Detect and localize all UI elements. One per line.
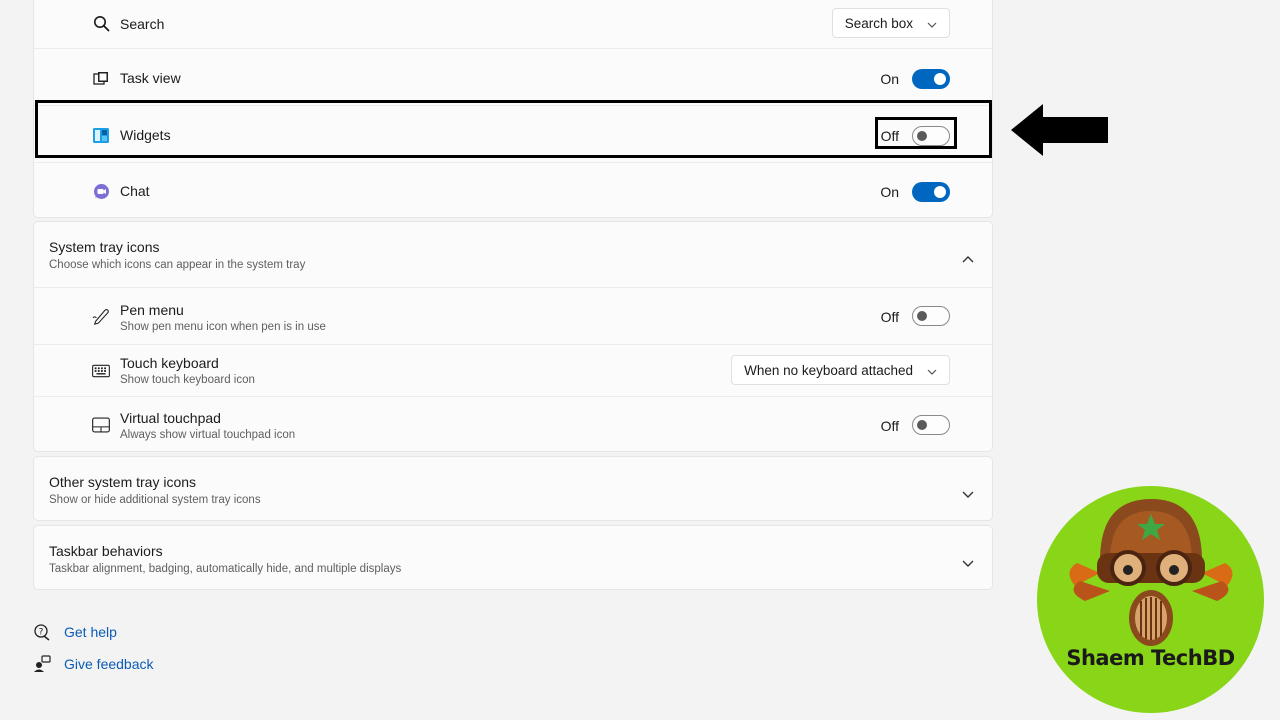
search-dropdown[interactable]: Search box	[831, 8, 950, 38]
chat-toggle[interactable]	[912, 182, 950, 202]
pen-menu-text: Pen menu Show pen menu icon when pen is …	[120, 302, 326, 333]
widgets-toggle-highlight-box	[875, 117, 957, 149]
system-tray-subtitle: Choose which icons can appear in the sys…	[49, 259, 306, 271]
touch-keyboard-row[interactable]: Touch keyboard Show touch keyboard icon …	[34, 345, 992, 397]
touchpad-icon	[92, 416, 110, 434]
give-feedback-label: Give feedback	[64, 656, 154, 672]
taskbar-behaviors-card[interactable]: Taskbar behaviors Taskbar alignment, bad…	[33, 525, 993, 590]
chevron-down-icon[interactable]	[962, 555, 974, 573]
task-view-label: Task view	[120, 70, 181, 86]
touch-keyboard-text: Touch keyboard Show touch keyboard icon	[120, 355, 255, 386]
chat-state: On	[880, 184, 899, 200]
toggle-knob	[917, 311, 927, 321]
chevron-down-icon[interactable]	[962, 486, 974, 504]
other-tray-card[interactable]: Other system tray icons Show or hide add…	[33, 456, 993, 521]
task-view-row[interactable]: Task view On	[34, 49, 992, 106]
help-icon: ?	[32, 623, 52, 641]
pen-menu-toggle[interactable]	[912, 306, 950, 326]
pen-menu-row[interactable]: Pen menu Show pen menu icon when pen is …	[34, 288, 992, 345]
pen-menu-state: Off	[880, 309, 899, 325]
chevron-down-icon	[927, 363, 937, 378]
get-help-link[interactable]: ? Get help	[32, 623, 117, 641]
logo-text: Shaem TechBD	[1066, 646, 1235, 670]
chat-row[interactable]: Chat On	[34, 163, 992, 219]
pen-menu-sub: Show pen menu icon when pen is in use	[120, 321, 326, 333]
give-feedback-link[interactable]: Give feedback	[32, 655, 154, 673]
system-tray-title: System tray icons	[49, 239, 160, 255]
other-tray-title: Other system tray icons	[49, 474, 197, 490]
taskbar-behaviors-title: Taskbar behaviors	[49, 543, 163, 559]
toggle-knob	[934, 186, 946, 198]
touch-keyboard-label: Touch keyboard	[120, 355, 219, 371]
search-icon	[92, 14, 110, 32]
system-tray-card: System tray icons Choose which icons can…	[33, 221, 993, 452]
keyboard-icon	[92, 362, 110, 380]
touch-keyboard-dropdown-value: When no keyboard attached	[744, 362, 913, 378]
virtual-touchpad-state: Off	[880, 418, 899, 434]
chevron-down-icon	[927, 16, 937, 31]
toggle-knob	[917, 420, 927, 430]
search-label: Search	[120, 16, 165, 32]
shaem-techbd-logo: Shaem TechBD	[1037, 486, 1264, 713]
system-tray-header[interactable]: System tray icons Choose which icons can…	[34, 222, 992, 288]
widgets-highlight-box	[35, 100, 992, 158]
pointer-arrow-icon	[1011, 104, 1108, 156]
task-view-state: On	[880, 71, 899, 87]
search-dropdown-value: Search box	[844, 15, 913, 31]
chevron-up-icon[interactable]	[962, 250, 974, 268]
feedback-icon	[32, 655, 52, 673]
task-view-toggle[interactable]	[912, 69, 950, 89]
task-view-icon	[92, 69, 110, 87]
toggle-knob	[934, 73, 946, 85]
logo-mascot-icon	[1069, 499, 1233, 646]
taskbar-behaviors-subtitle: Taskbar alignment, badging, automaticall…	[49, 563, 402, 575]
virtual-touchpad-sub: Always show virtual touchpad icon	[120, 429, 296, 441]
touch-keyboard-dropdown[interactable]: When no keyboard attached	[731, 355, 950, 385]
virtual-touchpad-row[interactable]: Virtual touchpad Always show virtual tou…	[34, 397, 992, 453]
virtual-touchpad-label: Virtual touchpad	[120, 410, 221, 426]
other-tray-subtitle: Show or hide additional system tray icon…	[49, 494, 261, 506]
chat-label: Chat	[120, 183, 150, 199]
system-tray-header-text: System tray icons Choose which icons can…	[49, 239, 305, 271]
chat-icon	[92, 182, 110, 200]
search-row[interactable]: Search Search box	[34, 0, 992, 49]
other-tray-text: Other system tray icons Show or hide add…	[49, 474, 261, 506]
pen-menu-label: Pen menu	[120, 302, 184, 318]
pen-icon	[92, 307, 110, 325]
virtual-touchpad-text: Virtual touchpad Always show virtual tou…	[120, 410, 295, 441]
svg-text:?: ?	[39, 628, 44, 638]
touch-keyboard-sub: Show touch keyboard icon	[120, 374, 255, 386]
taskbar-behaviors-text: Taskbar behaviors Taskbar alignment, bad…	[49, 543, 401, 575]
virtual-touchpad-toggle[interactable]	[912, 415, 950, 435]
get-help-label: Get help	[64, 624, 117, 640]
